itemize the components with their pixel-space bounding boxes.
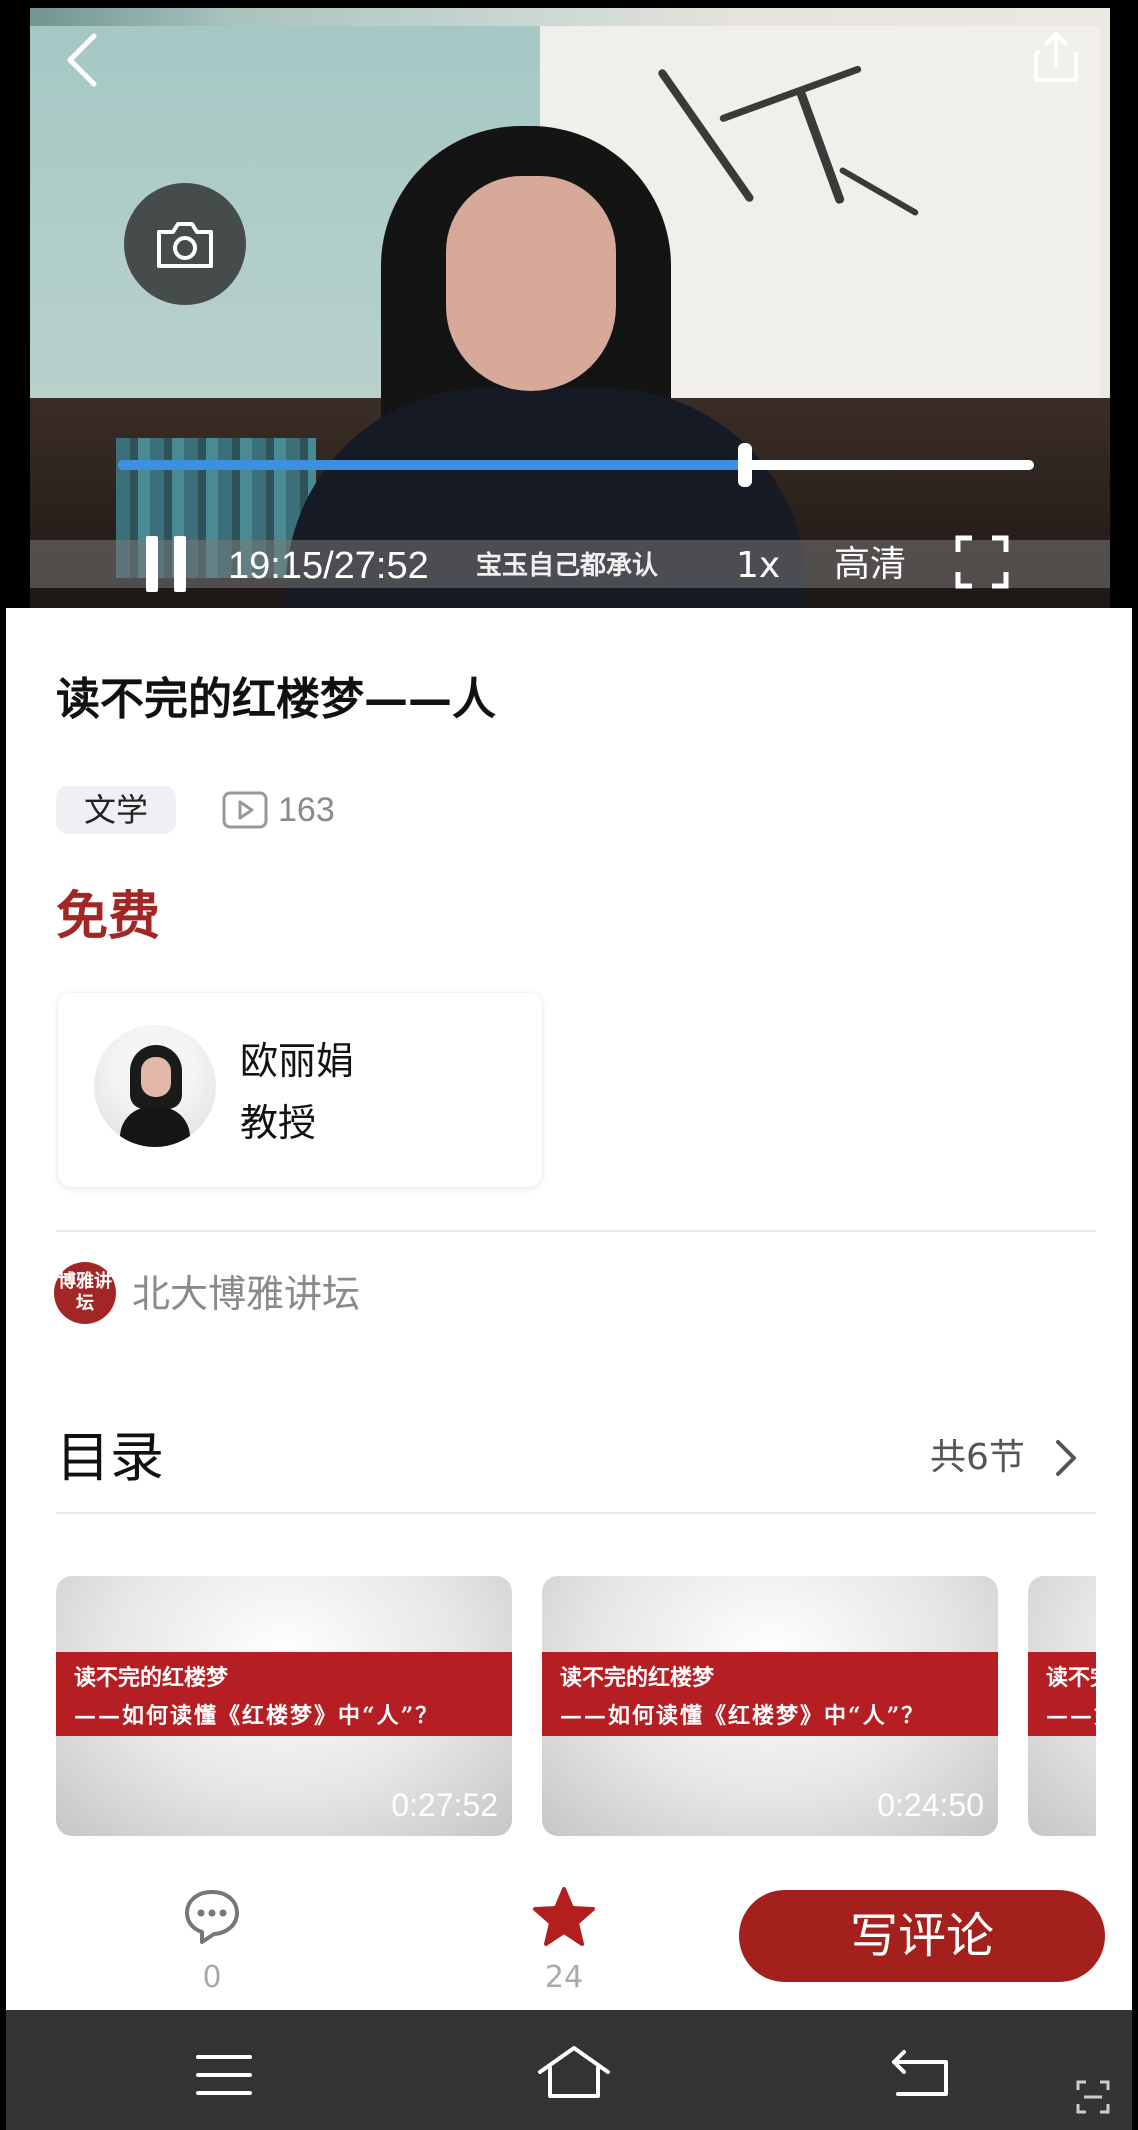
episode-subtitle: ——如何读懂《红楼梦》中“人”？ (560, 1703, 926, 1729)
teacher-name: 欧丽娟 (240, 1039, 355, 1083)
play-count-icon (222, 791, 268, 829)
catalog-count-link[interactable]: 共6节 (930, 1428, 1025, 1488)
view-count-value: 163 (278, 790, 335, 829)
avatar (94, 1025, 216, 1147)
episode-subtitle: ——如何读懂《红楼梦》中“人”？ (1046, 1703, 1096, 1729)
fullscreen-icon[interactable] (954, 534, 1010, 590)
home-icon[interactable] (536, 2044, 612, 2100)
divider (56, 1512, 1096, 1514)
write-comment-button[interactable]: 写评论 (739, 1890, 1105, 1982)
episode-card[interactable]: 读不完的红楼梦 ——如何读懂《红楼梦》中“人”？ 0:24:50 (542, 1576, 998, 1836)
screenshot-button[interactable] (124, 183, 246, 305)
share-icon[interactable] (1024, 26, 1088, 90)
menu-icon[interactable] (196, 2052, 252, 2098)
time-display: 19:15/27:52 (228, 545, 429, 587)
episode-subtitle: ——如何读懂《红楼梦》中“人”？ (74, 1703, 440, 1729)
chevron-right-icon[interactable] (1046, 1436, 1086, 1480)
teacher-role: 教授 (240, 1101, 317, 1145)
episode-list: 读不完的红楼梦 ——如何读懂《红楼梦》中“人”？ 0:27:52 读不完的红楼梦… (56, 1576, 1096, 1838)
comment-icon[interactable] (182, 1886, 242, 1946)
episode-title: 读不完的红楼梦 (74, 1665, 229, 1691)
catalog-title: 目录 (56, 1426, 164, 1489)
scan-icon[interactable] (1076, 2080, 1110, 2114)
episode-title: 读不完的红楼梦 (1046, 1665, 1096, 1691)
progress-fill (118, 460, 746, 470)
category-tag[interactable]: 文学 (56, 786, 176, 834)
star-icon[interactable] (532, 1886, 596, 1948)
comment-count: 0 (202, 1960, 222, 1995)
course-title: 读不完的红楼梦——人 (56, 674, 496, 725)
episode-title: 读不完的红楼梦 (560, 1665, 715, 1691)
back-icon[interactable] (56, 30, 116, 90)
subtitle: 宝玉自己都承认 (476, 551, 659, 581)
progress-bar[interactable] (118, 443, 1034, 487)
source-name[interactable]: 北大博雅讲坛 (132, 1266, 360, 1322)
quality-button[interactable]: 高清 (834, 538, 906, 592)
speed-button[interactable]: 1x (736, 540, 780, 592)
camera-icon (157, 222, 213, 268)
video-player[interactable]: 19:15/27:52 宝玉自己都承认 1x 高清 (6, 8, 1132, 608)
price: 免费 (56, 887, 161, 947)
app-frame: 19:15/27:52 宝玉自己都承认 1x 高清 读不完的红楼梦——人 文学 … (6, 8, 1132, 2130)
back-sys-icon[interactable] (890, 2048, 952, 2100)
progress-knob[interactable] (738, 443, 753, 487)
view-count: 163 (222, 786, 335, 834)
teacher-card[interactable]: 欧丽娟 教授 (58, 993, 542, 1187)
episode-card[interactable]: 读不完的红楼梦 ——如何读懂《红楼梦》中“人”？ 0:27:52 (56, 1576, 512, 1836)
divider (56, 1230, 1096, 1232)
episode-duration: 0:24:50 (877, 1787, 984, 1823)
episode-duration: 0:27:52 (391, 1787, 498, 1823)
pause-icon[interactable] (140, 536, 192, 596)
star-count: 24 (544, 1960, 584, 1995)
episode-card[interactable]: 读不完的红楼梦 ——如何读懂《红楼梦》中“人”？ (1028, 1576, 1096, 1836)
source-logo: 博雅讲坛 (54, 1262, 116, 1324)
